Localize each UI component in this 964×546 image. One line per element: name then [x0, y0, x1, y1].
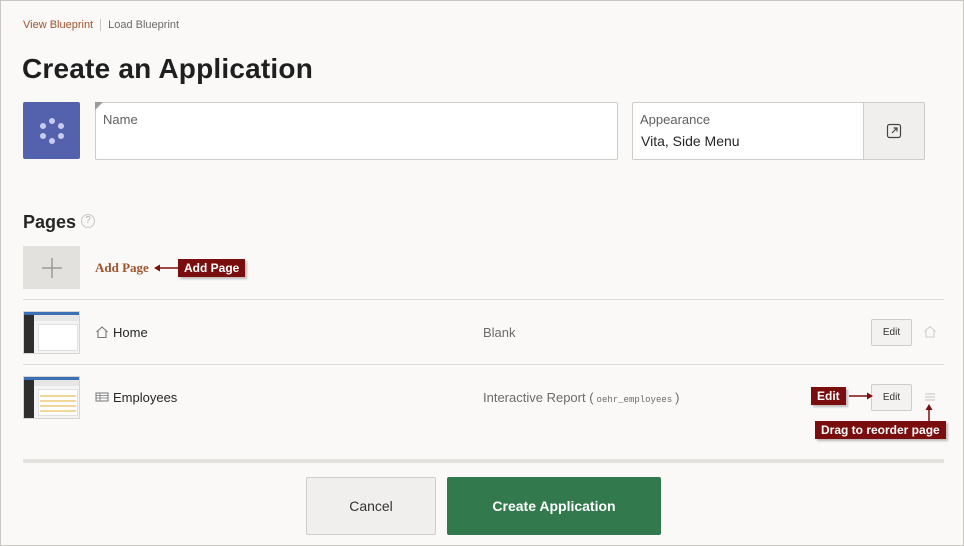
thumbnail-row	[40, 400, 76, 402]
appearance-value: Vita, Side Menu	[641, 133, 740, 149]
page-type-suffix: )	[675, 390, 680, 405]
view-blueprint-link[interactable]: View Blueprint	[23, 19, 93, 31]
thumbnail-body	[38, 324, 78, 351]
table-icon	[95, 392, 109, 402]
home-page-thumbnail	[23, 311, 80, 354]
divider	[23, 299, 944, 300]
page-name-employees: Employees	[113, 390, 178, 405]
app-icon-dot	[40, 123, 46, 129]
dialog-frame: View Blueprint Load Blueprint Create an …	[0, 0, 964, 546]
create-application-button[interactable]: Create Application	[447, 477, 661, 535]
callout-arrow	[925, 404, 933, 422]
callout-arrow	[849, 392, 873, 400]
page-type-home: Blank	[483, 325, 516, 340]
thumbnail-sidebar	[24, 315, 34, 353]
plus-icon	[41, 257, 62, 278]
drag-handle-icon[interactable]	[924, 392, 936, 402]
required-indicator	[95, 102, 103, 110]
appearance-label: Appearance	[640, 112, 711, 127]
callout-edit: Edit	[811, 387, 846, 405]
cancel-button[interactable]: Cancel	[306, 477, 436, 535]
breadcrumb-separator	[100, 19, 102, 31]
thumbnail-sidebar	[24, 380, 34, 418]
app-icon-dot	[49, 138, 55, 144]
thumbnail-top	[34, 380, 79, 386]
table-name: oehr_employees	[596, 395, 673, 405]
app-icon-dot	[58, 133, 64, 139]
help-icon[interactable]: ?	[81, 214, 95, 228]
page-type-employees: Interactive Report (oehr_employees)	[483, 390, 680, 405]
thumbnail-top	[34, 315, 79, 321]
edit-employees-button[interactable]: Edit	[871, 384, 912, 411]
pages-heading: Pages	[23, 212, 77, 232]
page-title: Create an Application	[22, 53, 313, 84]
app-icon-dot	[49, 118, 55, 124]
divider	[23, 364, 944, 365]
home-icon	[96, 326, 108, 339]
breadcrumb: View Blueprint Load Blueprint	[23, 19, 179, 31]
thumbnail-row	[40, 395, 76, 397]
external-open-icon	[886, 123, 902, 139]
callout-arrow	[154, 264, 180, 272]
page-type-prefix: Interactive Report (	[483, 390, 594, 405]
thumbnail-row	[40, 405, 76, 407]
thumbnail-row	[40, 410, 76, 412]
section-bottom-border	[23, 459, 944, 463]
app-icon-dot	[40, 133, 46, 139]
load-blueprint-link[interactable]: Load Blueprint	[108, 19, 179, 31]
page-name-home: Home	[113, 325, 148, 340]
appearance-settings-button[interactable]	[863, 102, 925, 160]
employees-page-thumbnail	[23, 376, 80, 419]
add-page-tile[interactable]	[23, 246, 80, 289]
app-icon-picker[interactable]	[23, 102, 80, 159]
add-page-link[interactable]: Add Page	[95, 260, 149, 276]
app-icon-dot	[58, 123, 64, 129]
appearance-field: Appearance Vita, Side Menu	[632, 102, 864, 160]
home-icon	[924, 325, 936, 338]
edit-home-button[interactable]: Edit	[871, 319, 912, 346]
callout-drag: Drag to reorder page	[815, 421, 946, 439]
name-field[interactable]: Name	[95, 102, 618, 160]
name-label: Name	[103, 112, 138, 127]
callout-add-page: Add Page	[178, 259, 246, 277]
